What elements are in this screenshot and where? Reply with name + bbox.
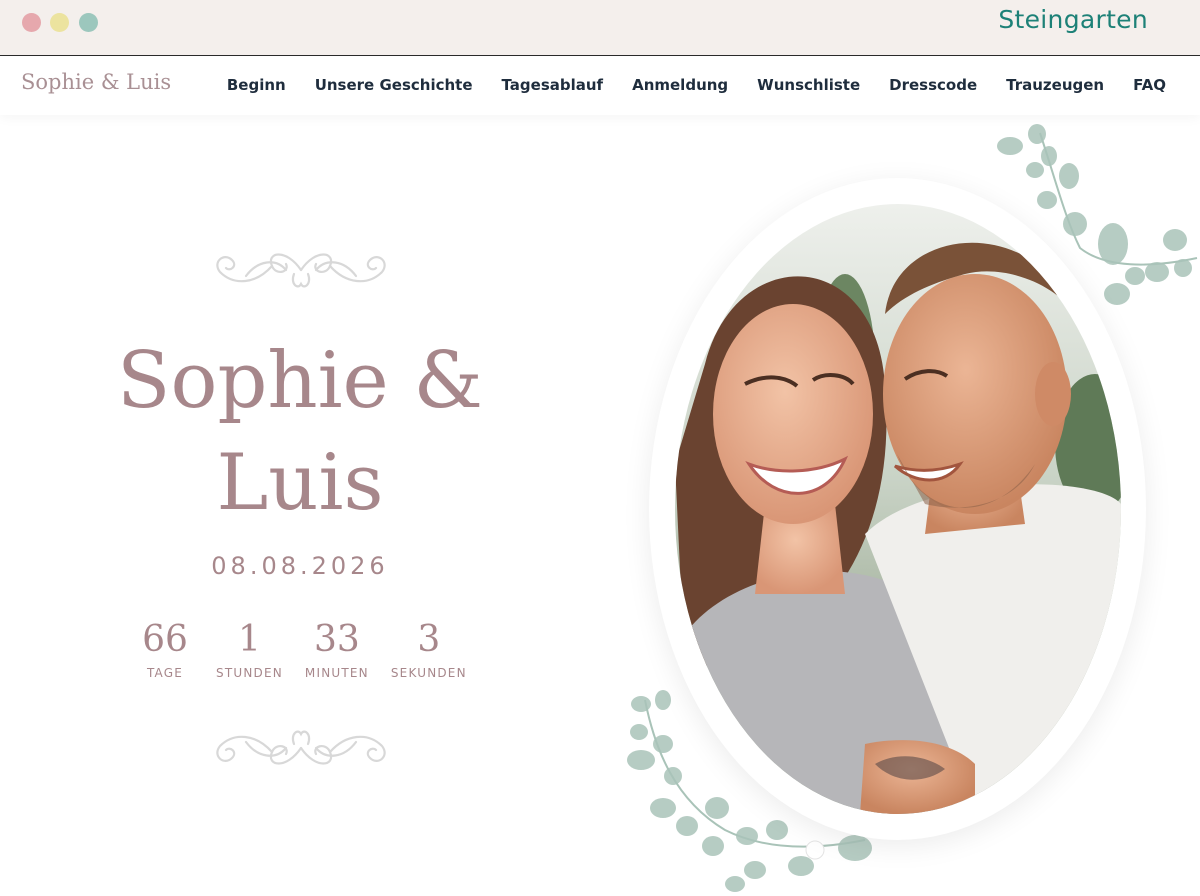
nav-item-wunschliste[interactable]: Wunschliste [757, 76, 860, 94]
countdown-value: 1 [238, 619, 261, 660]
countdown-label: TAGE [146, 666, 184, 680]
countdown-value: 3 [417, 619, 441, 660]
nav-item-beginn[interactable]: Beginn [227, 76, 286, 94]
countdown-seconds: 3 SEKUNDEN [391, 618, 467, 680]
countdown-minutes: 33 MINUTEN [305, 618, 369, 680]
minimize-window-icon[interactable] [50, 13, 69, 32]
nav-item-dresscode[interactable]: Dresscode [889, 76, 977, 94]
nav-item-trauzeugen[interactable]: Trauzeugen [1006, 76, 1104, 94]
couple-names-title: Sophie & Luis [90, 330, 510, 534]
countdown-label: MINUTEN [304, 666, 369, 680]
couple-photo [675, 204, 1121, 814]
countdown-hours: 1 STUNDEN [216, 618, 283, 680]
window-titlebar: Steingarten [0, 0, 1200, 56]
site-navigation: Sophie & Luis Beginn Unsere Geschichte T… [0, 57, 1200, 115]
countdown-days: 66 TAGE [136, 618, 194, 680]
title-line-1: Sophie & [117, 336, 483, 426]
close-window-icon[interactable] [22, 13, 41, 32]
nav-item-anmeldung[interactable]: Anmeldung [632, 76, 728, 94]
nav-item-unsere-geschichte[interactable]: Unsere Geschichte [315, 76, 473, 94]
nav-menu: Beginn Unsere Geschichte Tagesablauf Anm… [227, 76, 1166, 94]
site-logo[interactable]: Sophie & Luis [21, 70, 171, 94]
flourish-ornament-icon [216, 730, 386, 765]
brand-name: Steingarten [998, 5, 1148, 34]
wedding-date: 08.08.2026 [211, 552, 389, 580]
countdown-label: STUNDEN [216, 666, 283, 680]
countdown-label: SEKUNDEN [390, 666, 467, 680]
title-line-2: Luis [216, 438, 384, 528]
nav-item-tagesablauf[interactable]: Tagesablauf [502, 76, 604, 94]
nav-item-faq[interactable]: FAQ [1133, 76, 1166, 94]
maximize-window-icon[interactable] [79, 13, 98, 32]
countdown-timer: 66 TAGE 1 STUNDEN 33 MINUTEN 3 SEKUNDEN [136, 618, 467, 680]
countdown-value: 66 [142, 619, 188, 660]
flourish-ornament-icon [216, 253, 386, 288]
countdown-value: 33 [313, 619, 360, 660]
